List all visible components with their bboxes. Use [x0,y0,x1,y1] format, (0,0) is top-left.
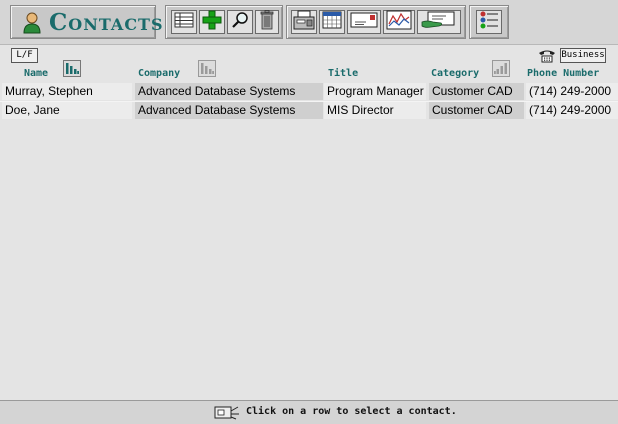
table-row[interactable]: Murray, Stephen Advanced Database System… [0,83,618,101]
cell-name: Murray, Stephen [2,83,132,100]
contact-list: Murray, Stephen Advanced Database System… [0,83,618,120]
status-message: Click on a row to select a contact. [246,406,457,417]
pointer-hand-icon [214,405,240,424]
toolbar: Contacts [0,0,618,45]
phone-type-button[interactable]: Business [560,48,606,63]
sort-icon[interactable] [198,60,216,81]
report-button[interactable] [383,10,415,34]
checklist-icon [479,10,499,34]
column-header-name[interactable]: Name [24,68,48,79]
cell-company: Advanced Database Systems [135,102,323,119]
calendar-button[interactable] [319,10,345,34]
person-icon [22,12,42,38]
checklist-button[interactable] [476,10,502,34]
sort-icon[interactable] [492,60,510,81]
column-header-category[interactable]: Category [431,68,479,79]
cell-name: Doe, Jane [2,102,132,119]
cell-phone: (714) 249-2000 [526,102,618,119]
sort-active-icon[interactable] [63,60,81,81]
column-header-title[interactable]: Title [328,68,358,79]
cell-category: Customer CAD [429,83,524,100]
fax-icon [293,10,315,34]
envelope-icon [350,12,378,32]
calendar-icon [322,11,342,33]
toolbar-group-actions [286,5,466,39]
app-title: Contacts [49,9,164,36]
cell-category: Customer CAD [429,102,524,119]
find-button[interactable] [227,10,253,34]
cell-title: MIS Director [324,102,426,119]
email-button[interactable] [347,10,381,34]
fax-button[interactable] [291,10,317,34]
toolbar-group-records [165,5,283,39]
add-contact-button[interactable] [199,10,225,34]
business-card-button[interactable] [417,10,461,34]
app-title-box: Contacts [10,5,163,39]
list-view-icon [174,12,194,32]
cell-company: Advanced Database Systems [135,83,323,100]
status-bar: Click on a row to select a contact. [0,400,618,424]
add-plus-icon [202,10,222,34]
cell-phone: (714) 249-2000 [526,83,618,100]
toolbar-group-options [469,5,509,39]
report-chart-icon [386,10,412,34]
card-hand-icon [421,10,457,34]
table-row[interactable]: Doe, Jane Advanced Database Systems MIS … [0,101,618,120]
trash-icon [260,10,274,34]
cell-title: Program Manager [324,83,426,100]
column-header-phone[interactable]: Phone Number [527,68,599,79]
list-view-button[interactable] [171,10,197,34]
magnifier-icon [231,11,249,33]
name-format-button[interactable]: L/F [11,48,38,63]
delete-button[interactable] [255,10,279,34]
column-header-company[interactable]: Company [138,68,180,79]
phone-icon [538,48,556,67]
